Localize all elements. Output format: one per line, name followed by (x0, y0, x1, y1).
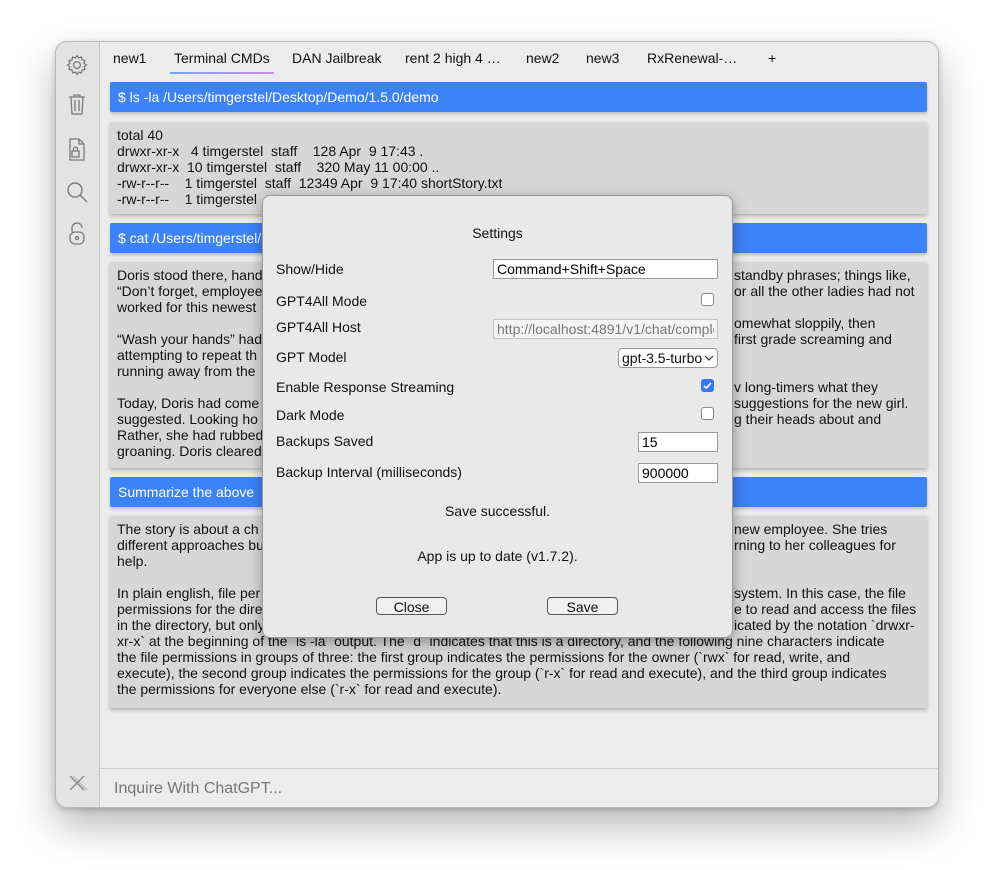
settings-dialog: Settings Show/Hide GPT4All Mode GPT4All … (262, 195, 733, 638)
paragraph: system. In this case, the file e to read… (734, 585, 917, 633)
dark-mode-checkbox[interactable] (701, 407, 714, 420)
close-button[interactable]: Close (376, 597, 447, 615)
paragraph: standby phrases; things like, or all the… (734, 267, 915, 299)
output-text-right: new employee. She tries rning to her col… (734, 521, 924, 633)
document-lock-icon[interactable] (64, 137, 90, 163)
close-x-icon[interactable] (64, 770, 90, 796)
gpt-model-label: GPT Model (276, 349, 347, 365)
command-header: $ ls -la /Users/timgerstel/Desktop/Demo/… (110, 82, 927, 112)
tab-dan-jailbreak[interactable]: DAN Jailbreak (292, 50, 381, 68)
gear-icon[interactable] (64, 52, 90, 78)
search-icon[interactable] (64, 179, 90, 205)
backup-interval-input[interactable] (638, 463, 718, 483)
output-text-right: standby phrases; things like, or all the… (734, 267, 924, 427)
dialog-title: Settings (472, 225, 523, 241)
tab-bar: new1 Terminal CMDs DAN Jailbreak rent 2 … (100, 42, 938, 74)
save-button[interactable]: Save (547, 597, 618, 615)
gpt4all-mode-label: GPT4All Mode (276, 293, 368, 309)
paragraph: In plain english, file per permissions f… (117, 585, 265, 633)
tab-rent-2-high[interactable]: rent 2 high 4 … (405, 50, 501, 68)
update-status: App is up to date (v1.7.2). (417, 548, 578, 564)
gpt4all-host-label: GPT4All Host (276, 319, 361, 335)
prompt-bar (100, 768, 938, 807)
backups-saved-input[interactable] (638, 432, 718, 452)
output-text-left: Doris stood there, hand “Don’t forget, e… (117, 267, 267, 459)
paragraph: The story is about a ch different approa… (117, 521, 264, 569)
paragraph: “Wash your hands” had attempting to repe… (117, 331, 262, 379)
checkmark-icon (703, 382, 712, 390)
backup-interval-label: Backup Interval (milliseconds) (276, 464, 462, 480)
paragraph: new employee. She tries rning to her col… (734, 521, 896, 553)
streaming-checkbox[interactable] (701, 379, 714, 392)
chevron-down-icon (704, 349, 714, 371)
gpt4all-mode-checkbox[interactable] (701, 293, 714, 306)
paragraph: Doris stood there, hand “Don’t forget, e… (117, 267, 263, 315)
tab-terminal-cmds[interactable]: Terminal CMDs (170, 50, 274, 74)
tab-new1[interactable]: new1 (113, 50, 146, 68)
streaming-label: Enable Response Streaming (276, 379, 455, 395)
tab-new2[interactable]: new2 (526, 50, 559, 68)
backups-saved-label: Backups Saved (276, 433, 374, 449)
gpt-model-value: gpt-3.5-turbo (622, 350, 703, 366)
show-hide-input[interactable] (493, 259, 718, 279)
prompt-input[interactable] (112, 777, 916, 801)
paragraph: Today, Doris had come suggested. Looking… (117, 395, 264, 459)
tab-new3[interactable]: new3 (586, 50, 619, 68)
gpt4all-host-input[interactable] (493, 319, 718, 339)
sidebar (56, 42, 100, 807)
gpt-model-select[interactable]: gpt-3.5-turbo (618, 348, 718, 368)
dark-mode-label: Dark Mode (276, 407, 345, 423)
new-tab-button[interactable]: + (768, 50, 776, 68)
show-hide-label: Show/Hide (276, 261, 344, 277)
tab-rxrenewal[interactable]: RxRenewal-… (647, 50, 737, 68)
lock-icon[interactable] (64, 221, 90, 247)
output-text-full: xr-x` at the beginning of the `ls -la` o… (117, 633, 887, 697)
save-status: Save successful. (444, 503, 551, 519)
trash-icon[interactable] (64, 91, 90, 117)
output-text-left: The story is about a ch different approa… (117, 521, 267, 633)
paragraph: v long-timers what they suggestions for … (734, 379, 909, 427)
paragraph: omewhat sloppily, then first grade screa… (734, 315, 892, 347)
